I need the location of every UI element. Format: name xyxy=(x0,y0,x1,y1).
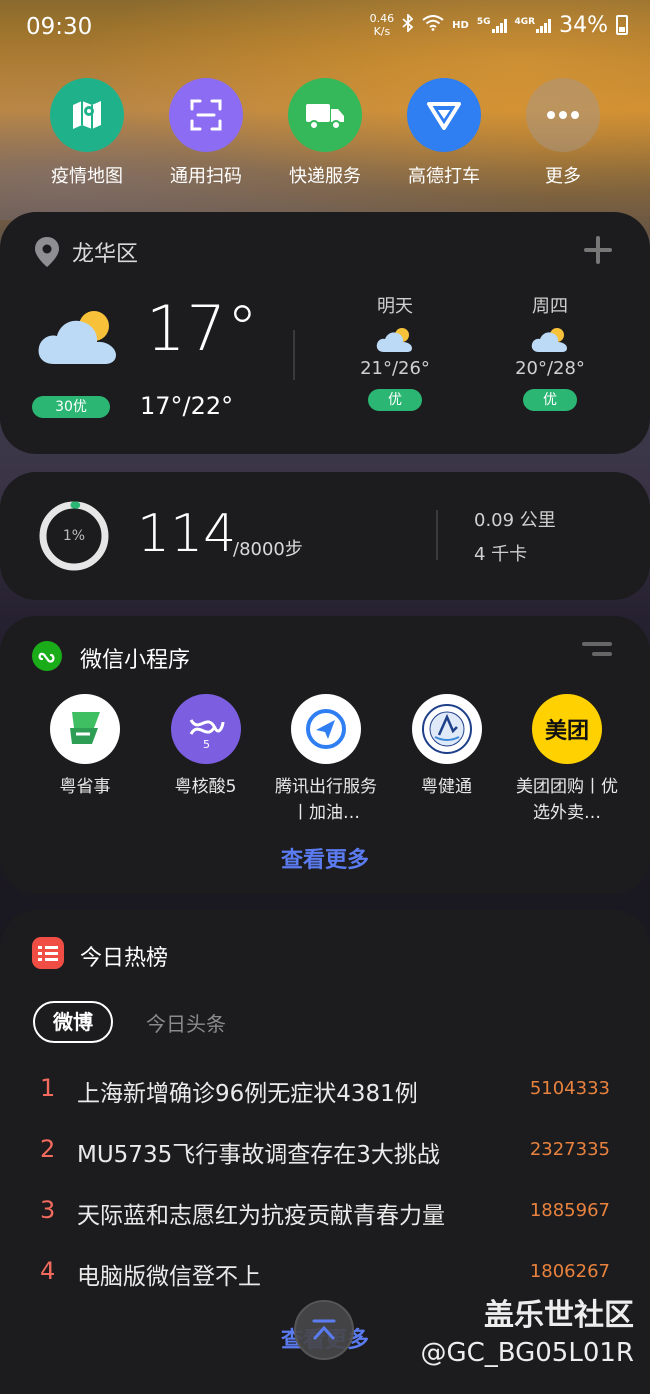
mini-program-name: 粤省事 xyxy=(59,777,111,797)
steps-divider xyxy=(436,510,438,560)
tab-toutiao[interactable]: 今日头条 xyxy=(146,1008,226,1037)
quick-action-express[interactable]: 快递服务 xyxy=(266,78,384,188)
mini-program-tencent-travel[interactable]: 腾讯出行服务丨加油… xyxy=(267,694,385,826)
mini-program-name: 粤核酸5 xyxy=(174,777,237,797)
hd-label: HD xyxy=(452,19,469,31)
scroll-to-top-button[interactable] xyxy=(294,1300,354,1360)
mini-program-yueshengshi[interactable]: 粤省事 xyxy=(26,694,144,826)
quick-action-more[interactable]: 更多 xyxy=(504,78,622,188)
hot-rank: 4 xyxy=(40,1257,56,1285)
hot-count: 5104333 xyxy=(529,1078,610,1099)
watermark-handle: @GC_BG05L01R xyxy=(420,1338,634,1368)
mini-programs-list: 粤省事 5 粤核酸5 腾讯出行服务丨加油… 粤健通 美团 美团团购丨优选外卖… xyxy=(26,694,626,826)
quick-actions: 疫情地图 通用扫码 快递服务 高德打车 更多 xyxy=(28,78,622,188)
quick-action-label: 快递服务 xyxy=(289,166,361,187)
collapse-icon[interactable] xyxy=(582,642,612,664)
quick-action-epidemic-map[interactable]: 疫情地图 xyxy=(28,78,146,188)
wechat-miniprogram-icon xyxy=(32,641,62,671)
hot-rank: 2 xyxy=(40,1135,56,1163)
quick-action-label: 疫情地图 xyxy=(51,166,123,187)
meituan-icon: 美团 xyxy=(532,694,602,764)
status-icons: 0.46 K/s HD 5G 4GR 34% xyxy=(370,12,628,38)
truck-icon xyxy=(288,78,362,152)
hot-title: 电脑版微信登不上 xyxy=(77,1264,261,1290)
add-city-icon[interactable] xyxy=(584,236,612,268)
network-speed: 0.46 K/s xyxy=(370,12,395,38)
mini-program-yuejiantong[interactable]: 粤健通 xyxy=(388,694,506,826)
hot-list-item[interactable]: 1 上海新增确诊96例无症状4381例 5104333 xyxy=(0,1074,650,1114)
forecast-tomorrow: 明天 21°/26° 优 xyxy=(340,292,450,411)
watermark-title: 盖乐世社区 xyxy=(484,1298,634,1333)
mini-programs-title: 微信小程序 xyxy=(80,648,191,673)
navigation-icon xyxy=(407,78,481,152)
mini-program-name: 腾讯出行服务丨加油… xyxy=(275,777,377,823)
hot-count: 1806267 xyxy=(529,1261,610,1282)
forecast-day: 周四 xyxy=(532,296,568,317)
current-temperature: 17° xyxy=(146,292,259,365)
signal-4g-icon: 4GR xyxy=(515,17,552,33)
yuehesuan-icon: 5 xyxy=(170,694,241,764)
location-pin-icon xyxy=(34,236,60,272)
quick-action-amap-taxi[interactable]: 高德打车 xyxy=(385,78,503,188)
hot-count: 2327335 xyxy=(529,1139,610,1160)
yueshengshi-icon xyxy=(50,694,120,764)
tab-weibo[interactable]: 微博 xyxy=(33,1001,113,1043)
wifi-icon xyxy=(422,15,444,35)
partly-cloudy-icon xyxy=(36,306,120,372)
forecast-quality-badge: 优 xyxy=(368,389,422,411)
forecast-day: 明天 xyxy=(377,296,413,317)
mini-program-meituan[interactable]: 美团 美团团购丨优选外卖… xyxy=(508,694,626,826)
weather-district: 龙华区 xyxy=(72,242,139,267)
hot-list-title: 今日热榜 xyxy=(80,946,169,971)
steps-distance: 0.09 公里 xyxy=(474,510,556,531)
forecast-thursday: 周四 20°/28° 优 xyxy=(495,292,605,411)
steps-goal: /8000步 xyxy=(233,539,303,560)
hot-list-icon xyxy=(32,937,64,969)
tencent-travel-icon xyxy=(291,694,361,764)
mini-programs-see-more-link[interactable]: 查看更多 xyxy=(0,842,650,874)
hot-title: MU5735飞行事故调查存在3大挑战 xyxy=(77,1142,440,1168)
bluetooth-icon xyxy=(402,12,414,36)
weather-divider xyxy=(293,330,295,380)
quick-action-label: 更多 xyxy=(545,166,581,187)
partly-cloudy-icon xyxy=(375,326,415,354)
yuejiantong-icon xyxy=(411,694,482,764)
hot-rank: 3 xyxy=(40,1196,56,1224)
battery-percent: 34% xyxy=(559,12,608,38)
hot-rank: 1 xyxy=(40,1074,56,1102)
status-time: 09:30 xyxy=(26,14,93,40)
mini-program-name: 粤健通 xyxy=(421,777,472,797)
svg-text:5: 5 xyxy=(203,738,210,751)
mini-program-name: 美团团购丨优选外卖… xyxy=(516,777,618,823)
steps-count: 114 xyxy=(137,504,237,564)
battery-icon xyxy=(616,15,628,35)
quick-action-label: 通用扫码 xyxy=(170,166,242,187)
hot-list-item[interactable]: 2 MU5735飞行事故调查存在3大挑战 2327335 xyxy=(0,1135,650,1175)
forecast-temperature: 20°/28° xyxy=(515,358,585,379)
partly-cloudy-icon xyxy=(530,326,570,354)
signal-5g-icon: 5G xyxy=(477,17,507,33)
hot-title: 上海新增确诊96例无症状4381例 xyxy=(77,1081,418,1107)
forecast-temperature: 21°/26° xyxy=(360,358,430,379)
scan-icon xyxy=(169,78,243,152)
network-speed-value: 0.46 xyxy=(369,12,395,25)
steps-calories: 4 千卡 xyxy=(474,544,528,565)
quick-action-scan[interactable]: 通用扫码 xyxy=(147,78,265,188)
aqi-badge: 30优 xyxy=(32,396,110,418)
network-speed-unit: K/s xyxy=(373,25,391,38)
more-icon xyxy=(526,78,600,152)
quick-action-label: 高德打车 xyxy=(408,166,480,187)
mini-program-yuehesuan[interactable]: 5 粤核酸5 xyxy=(147,694,265,826)
status-bar: 09:30 0.46 K/s HD 5G 4GR 34% xyxy=(0,0,650,56)
hot-list-item[interactable]: 3 天际蓝和志愿红为抗疫贡献青春力量 1885967 xyxy=(0,1196,650,1236)
forecast-quality-badge: 优 xyxy=(523,389,577,411)
steps-percent: 1% xyxy=(62,528,86,544)
hot-title: 天际蓝和志愿红为抗疫贡献青春力量 xyxy=(77,1203,445,1229)
hot-count: 1885967 xyxy=(529,1200,610,1221)
map-icon xyxy=(50,78,124,152)
meituan-logo-text: 美团 xyxy=(544,719,589,744)
today-temperature-range: 17°/22° xyxy=(140,392,234,420)
